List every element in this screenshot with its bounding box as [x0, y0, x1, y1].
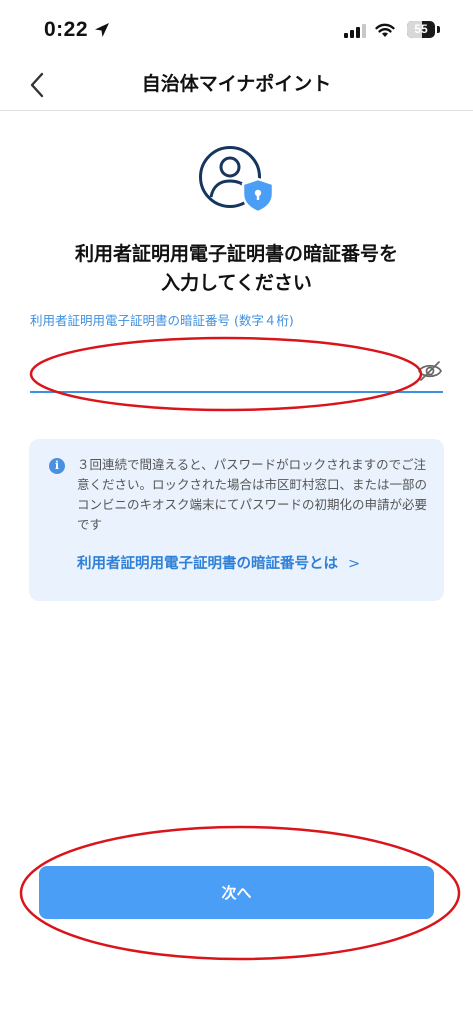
page-title: 自治体マイナポイント — [141, 73, 332, 95]
navigation-bar: 自治体マイナポイント — [0, 60, 473, 111]
pin-field-label: 利用者証明用電子証明書の暗証番号 (数字４桁) — [30, 313, 294, 328]
status-time: 0:22 — [44, 18, 89, 41]
battery-tip — [437, 26, 440, 33]
show-password-toggle[interactable] — [417, 360, 443, 382]
status-bar: 0:22 55 — [0, 0, 473, 60]
eye-slash-icon — [418, 361, 442, 381]
user-shield-icon — [199, 146, 275, 214]
pin-field-underline — [30, 391, 443, 393]
pin-input[interactable] — [30, 352, 414, 390]
cellular-signal-icon — [344, 24, 366, 38]
pin-explanation-link-label: 利用者証明用電子証明書の暗証番号とは — [77, 556, 338, 572]
chevron-left-icon — [30, 72, 44, 98]
instruction-heading: 利用者証明用電子証明書の暗証番号を 入力してください — [20, 240, 453, 298]
battery-indicator: 55 — [407, 21, 435, 38]
chevron-right-icon: > — [348, 556, 361, 572]
info-box: i ３回連続で間違えると、パスワードがロックされますのでご注意ください。ロックさ… — [29, 439, 444, 601]
back-button[interactable] — [22, 66, 56, 104]
pin-explanation-link[interactable]: 利用者証明用電子証明書の暗証番号とは > — [77, 552, 417, 573]
info-icon: i — [49, 458, 65, 474]
heading-line-1: 利用者証明用電子証明書の暗証番号を — [74, 243, 398, 265]
battery-percentage: 55 — [414, 22, 428, 36]
wifi-icon — [375, 23, 395, 37]
location-arrow-icon — [95, 23, 109, 37]
lock-warning-text: ３回連続で間違えると、パスワードがロックされますのでご注意ください。ロックされた… — [77, 457, 428, 532]
heading-line-2: 入力してください — [161, 272, 312, 294]
next-button[interactable]: 次へ — [39, 866, 434, 919]
